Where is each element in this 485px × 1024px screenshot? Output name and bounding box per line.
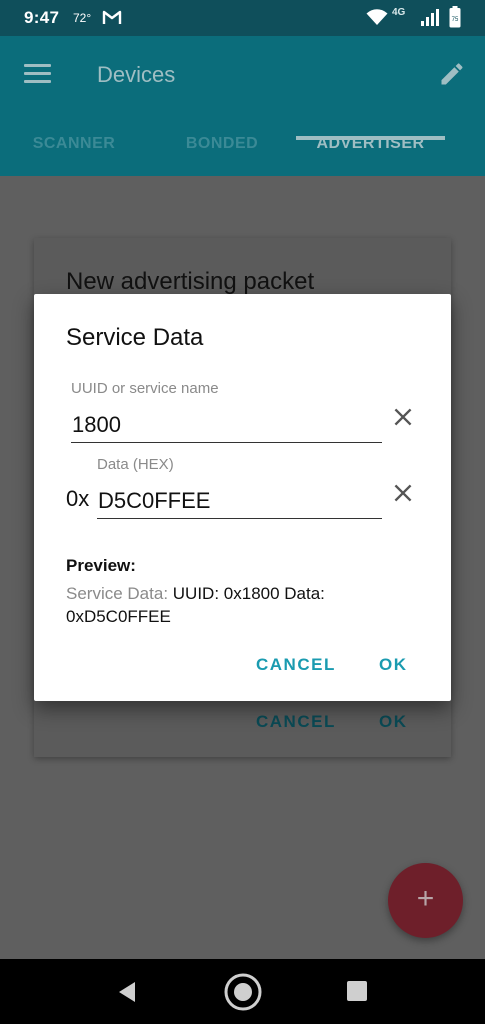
battery-icon: 75 — [449, 6, 461, 33]
dialog-title: Service Data — [66, 324, 204, 351]
home-icon[interactable] — [223, 972, 263, 1017]
hex-prefix: 0x — [66, 486, 90, 511]
uuid-field-label: UUID or service name — [71, 380, 219, 397]
status-bar: 9:47 72° 4G 75 — [0, 0, 485, 36]
gmail-icon — [102, 9, 122, 30]
status-temperature: 72° — [73, 11, 92, 25]
packet-ok-button[interactable]: OK — [379, 712, 408, 732]
advertising-packet-title: New advertising packet — [66, 268, 315, 295]
back-icon[interactable] — [117, 981, 137, 1008]
preview-text: Service Data: UUID: 0x1800 Data: 0xD5C0F… — [66, 582, 416, 628]
packet-cancel-button[interactable]: CANCEL — [256, 712, 336, 732]
plus-icon: + — [416, 882, 435, 915]
data-field-label: Data (HEX) — [97, 456, 174, 473]
menu-icon[interactable] — [24, 64, 51, 84]
uuid-input[interactable] — [71, 408, 382, 443]
clear-uuid-icon[interactable] — [390, 404, 416, 435]
service-data-dialog: Service Data UUID or service name Data (… — [34, 294, 451, 701]
signal-icon — [421, 8, 439, 31]
data-hex-input[interactable] — [97, 484, 382, 519]
preview-label: Preview: — [66, 556, 136, 575]
cancel-button[interactable]: CANCEL — [256, 655, 336, 675]
navigation-bar — [0, 959, 485, 1024]
add-button[interactable]: + — [388, 863, 463, 938]
page-title: Devices — [97, 62, 176, 87]
preview-key: Service Data: — [66, 584, 169, 603]
edit-icon[interactable] — [438, 60, 466, 93]
wifi-icon — [366, 9, 388, 31]
tab-bonded[interactable]: BONDED — [148, 128, 296, 176]
ok-button[interactable]: OK — [379, 655, 408, 675]
app-bar: Devices SCANNER BONDED ADVERTISER — [0, 36, 485, 176]
battery-level-text: 75 — [452, 17, 459, 23]
tab-scanner[interactable]: SCANNER — [0, 128, 148, 176]
recent-apps-icon[interactable] — [347, 981, 367, 1006]
network-type-label: 4G — [392, 7, 406, 18]
active-tab-indicator — [296, 136, 445, 140]
status-time: 9:47 — [24, 8, 60, 27]
clear-data-icon[interactable] — [390, 480, 416, 511]
